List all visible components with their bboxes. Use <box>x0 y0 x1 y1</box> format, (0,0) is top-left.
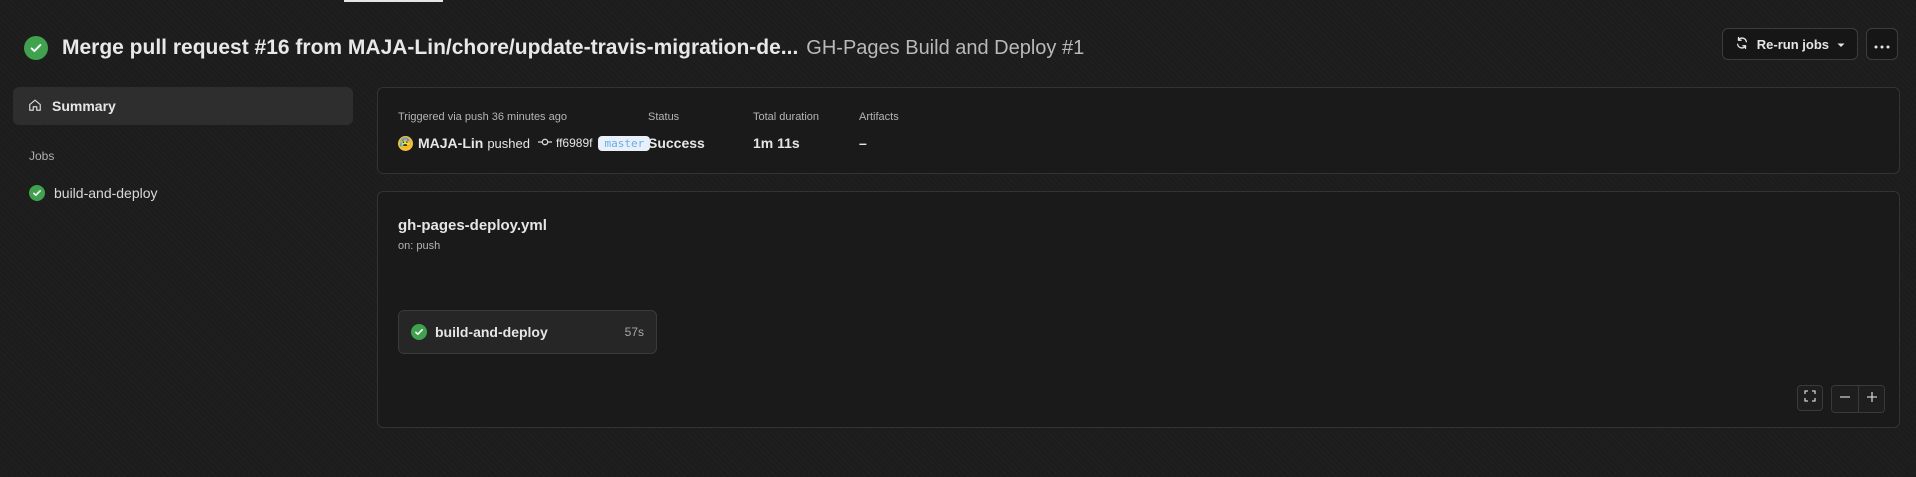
run-summary-panel: Triggered via push 36 minutes ago 😰 MAJA… <box>377 87 1900 174</box>
status-value: Success <box>648 135 705 151</box>
job-card-build-and-deploy[interactable]: build-and-deploy 57s <box>398 310 657 354</box>
sync-icon <box>1735 36 1749 53</box>
artifacts-value: – <box>859 135 867 151</box>
workflow-file-name: gh-pages-deploy.yml <box>398 217 547 234</box>
status-label: Status <box>648 111 680 123</box>
rerun-jobs-label: Re-run jobs <box>1756 36 1829 52</box>
avatar: 😰 <box>398 135 413 151</box>
success-check-icon <box>29 185 45 201</box>
zoom-button-group <box>1831 385 1885 413</box>
minus-icon <box>1839 390 1851 408</box>
success-check-icon <box>24 36 48 60</box>
jobs-heading: Jobs <box>29 149 55 163</box>
job-duration: 57s <box>624 325 644 339</box>
graph-zoom-controls <box>1797 385 1885 413</box>
workflow-trigger: on: push <box>398 240 441 252</box>
action-text: pushed <box>487 135 530 151</box>
actor-link[interactable]: MAJA-Lin <box>418 135 483 151</box>
run-title: Merge pull request #16 from MAJA-Lin/cho… <box>62 36 799 59</box>
status-info: Status Success <box>648 111 705 151</box>
git-commit-icon <box>537 136 552 150</box>
artifacts-label: Artifacts <box>859 111 899 123</box>
duration-label: Total duration <box>753 111 820 123</box>
duration-value: 1m 11s <box>753 135 800 151</box>
fullscreen-button[interactable] <box>1797 385 1823 411</box>
active-tab-indicator <box>344 0 443 2</box>
plus-icon <box>1866 390 1878 408</box>
trigger-details: 😰 MAJA-Lin pushed ff6989f master <box>398 135 651 151</box>
branch-badge[interactable]: master <box>598 135 651 151</box>
sidebar-item-summary[interactable]: Summary <box>13 87 353 125</box>
zoom-out-button[interactable] <box>1832 386 1858 412</box>
run-header: Merge pull request #16 from MAJA-Lin/cho… <box>24 28 1898 68</box>
more-options-button[interactable] <box>1866 28 1898 60</box>
artifacts-info: Artifacts – <box>859 111 899 151</box>
job-name: build-and-deploy <box>435 324 548 340</box>
sidebar-item-label: Summary <box>52 98 116 114</box>
header-actions: Re-run jobs <box>1721 28 1898 60</box>
trigger-label: Triggered via push 36 minutes ago <box>398 111 567 123</box>
success-check-icon <box>411 324 427 340</box>
commit-sha: ff6989f <box>555 136 593 150</box>
zoom-in-button[interactable] <box>1858 386 1884 412</box>
sidebar-item-label: build-and-deploy <box>54 185 158 201</box>
sidebar-item-build-and-deploy[interactable]: build-and-deploy <box>29 185 353 201</box>
rerun-jobs-button[interactable]: Re-run jobs <box>1721 28 1858 60</box>
workflow-graph-panel: gh-pages-deploy.yml on: push build-and-d… <box>377 191 1900 428</box>
trigger-info: Triggered via push 36 minutes ago 😰 MAJA… <box>398 111 651 151</box>
sidebar: Summary Jobs build-and-deploy <box>13 87 353 201</box>
kebab-horizontal-icon <box>1874 37 1890 52</box>
caret-down-icon <box>1837 37 1845 52</box>
fullscreen-icon <box>1804 389 1816 407</box>
home-icon <box>28 98 42 115</box>
workflow-run-name: GH-Pages Build and Deploy #1 <box>806 36 1085 59</box>
duration-info: Total duration 1m 11s <box>753 111 819 151</box>
commit-link[interactable]: ff6989f <box>537 136 593 150</box>
